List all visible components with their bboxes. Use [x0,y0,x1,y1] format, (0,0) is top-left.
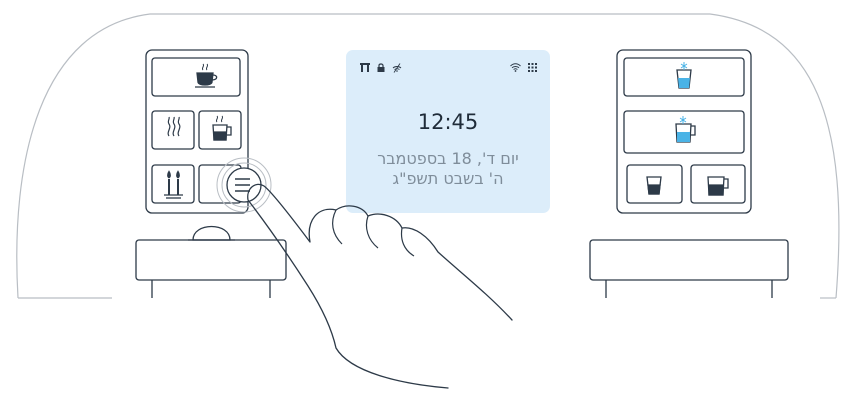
hand-overlay [247,183,513,389]
hand-fold-2 [365,215,379,249]
hand-fold-3 [400,227,415,257]
pointing-hand [247,183,513,389]
hand-fold-1 [332,209,343,245]
